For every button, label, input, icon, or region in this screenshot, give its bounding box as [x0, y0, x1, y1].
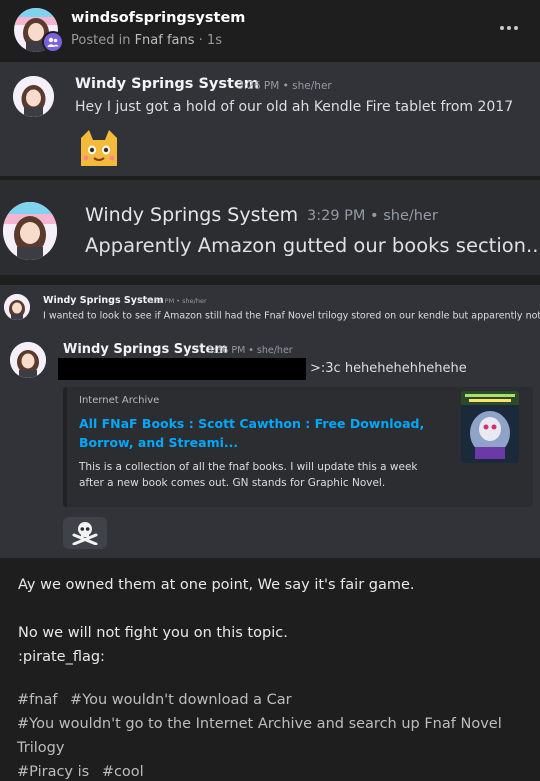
redaction-bar — [58, 358, 306, 380]
tag-list: #fnaf #You wouldn't download a Car #You … — [17, 688, 522, 781]
avatar — [10, 342, 46, 378]
caption-line: Ay we owned them at one point, We say it… — [18, 577, 415, 593]
author-name: Windy Springs System — [85, 204, 299, 226]
avatar — [13, 76, 54, 117]
embed-thumbnail[interactable] — [461, 391, 519, 463]
tag[interactable]: #You wouldn't go to the Internet Archive… — [17, 716, 502, 756]
link-embed: Internet Archive All FNaF Books : Scott … — [63, 387, 533, 507]
message-text: Hey I just got a hold of our old ah Kend… — [75, 99, 514, 115]
embed-description: This is a collection of all the fnaf boo… — [79, 461, 418, 489]
cat-emoji-icon — [77, 128, 121, 168]
tag[interactable]: #Piracy is — [17, 764, 89, 780]
username[interactable]: windsofspringsystem — [71, 10, 245, 26]
discord-message-2: Windy Springs System 3:29 PM • she/her A… — [0, 180, 540, 275]
message-body: I wanted to look to see if Amazon still … — [43, 310, 540, 322]
author-name: Windy Springs System — [43, 295, 164, 306]
message-text: >:3c hehehehehhehehe — [310, 361, 467, 376]
more-options-icon[interactable] — [495, 16, 523, 40]
caption-line: :pirate_flag: — [18, 649, 105, 665]
discord-message-1: Windy Springs System 3:26 PM • she/her H… — [0, 62, 540, 176]
post-header: windsofspringsystem Posted in Fnaf fans … — [0, 0, 540, 60]
tag[interactable]: #fnaf — [17, 692, 57, 708]
post-age: · 1s — [198, 33, 222, 48]
posted-in-line: Posted in Fnaf fans · 1s — [71, 33, 222, 48]
message-text: I wanted to look to see if Amazon still … — [43, 309, 540, 323]
timestamp: 3:31 PM • she/her — [148, 297, 207, 305]
posted-in-label: Posted in — [71, 33, 131, 48]
community-icon — [42, 31, 64, 53]
avatar — [3, 202, 57, 260]
author-name: Windy Springs System — [63, 342, 228, 357]
message-text: Apparently Amazon gutted our books secti… — [85, 234, 540, 257]
embed-title-link[interactable]: All FNaF Books : Scott Cawthon : Free Do… — [79, 414, 449, 452]
tag[interactable]: #You wouldn't download a Car — [70, 692, 292, 708]
community-link[interactable]: Fnaf fans — [135, 33, 195, 48]
timestamp: 3:26 PM • she/her — [237, 80, 332, 92]
timestamp: 3:29 PM • she/her — [307, 208, 438, 224]
timestamp: 3:36 PM • she/her — [207, 345, 293, 356]
tag[interactable]: #cool — [102, 764, 144, 780]
avatar — [4, 294, 30, 320]
skull-crossbones-icon[interactable] — [63, 517, 107, 549]
author-name: Windy Springs System — [75, 76, 259, 92]
embed-provider: Internet Archive — [79, 395, 160, 406]
discord-message-3: Windy Springs System 3:31 PM • she/her I… — [0, 285, 540, 330]
caption-line: No we will not fight you on this topic. — [18, 625, 288, 641]
discord-message-4: Windy Springs System 3:36 PM • she/her >… — [0, 330, 540, 558]
